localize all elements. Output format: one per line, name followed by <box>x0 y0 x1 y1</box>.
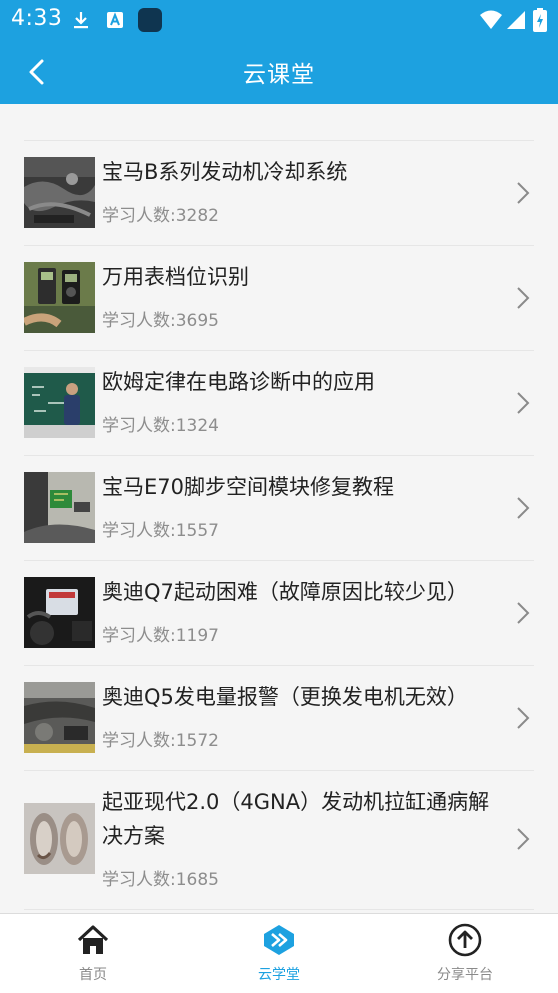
chevron-right-icon <box>517 392 530 414</box>
status-bar: 4:33 <box>0 0 558 40</box>
course-learner-count: 学习人数:3282 <box>102 206 219 226</box>
home-icon <box>77 925 109 954</box>
course-title: 万用表档位识别 <box>102 265 249 289</box>
signal-icon <box>507 11 525 29</box>
course-thumbnail <box>24 367 95 438</box>
nav-label-share: 分享平台 <box>437 967 493 983</box>
course-title: 奥迪Q7起动困难（故障原因比较少见） <box>102 580 468 604</box>
cloud-school-icon <box>264 925 294 955</box>
course-learner-count: 学习人数:1557 <box>102 521 219 541</box>
course-learner-count: 学习人数:3695 <box>102 311 219 331</box>
course-thumbnail <box>24 803 95 874</box>
course-title: 欧姆定律在电路诊断中的应用 <box>102 370 375 394</box>
status-time: 4:33 <box>11 6 63 31</box>
download-icon <box>74 12 88 29</box>
course-title: 宝马B系列发动机冷却系统 <box>102 160 348 184</box>
course-thumbnail <box>24 157 95 228</box>
course-title: 奥迪Q5发电量报警（更换发电机无效） <box>102 685 468 709</box>
nav-item-cloud-school[interactable]: 云学堂 <box>186 914 372 993</box>
upload-icon <box>448 923 482 957</box>
course-item[interactable]: 奥迪Q5发电量报警（更换发电机无效） 学习人数:1572 <box>24 666 534 771</box>
nav-label-cloud-school: 云学堂 <box>258 967 300 983</box>
course-thumbnail <box>24 577 95 648</box>
list-top-divider <box>24 104 534 141</box>
course-thumbnail <box>24 262 95 333</box>
chevron-right-icon <box>517 828 530 850</box>
course-learner-count: 学习人数:1324 <box>102 416 219 436</box>
chevron-right-icon <box>517 182 530 204</box>
course-thumbnail <box>24 472 95 543</box>
nav-item-home[interactable]: 首页 <box>0 914 186 993</box>
course-item[interactable]: 宝马E70脚步空间模块修复教程 学习人数:1557 <box>24 456 534 561</box>
app-notification-icon <box>138 8 162 32</box>
course-learner-count: 学习人数:1685 <box>102 870 219 890</box>
chevron-right-icon <box>517 602 530 624</box>
course-item[interactable]: 宝马B系列发动机冷却系统 学习人数:3282 <box>24 141 534 246</box>
nav-label-home: 首页 <box>79 967 107 983</box>
course-item[interactable]: 欧姆定律在电路诊断中的应用 学习人数:1324 <box>24 351 534 456</box>
a-badge-icon <box>107 12 123 28</box>
course-thumbnail <box>24 682 95 753</box>
wifi-icon <box>480 10 502 29</box>
chevron-right-icon <box>517 497 530 519</box>
chevron-right-icon <box>517 287 530 309</box>
course-learner-count: 学习人数:1197 <box>102 626 219 646</box>
course-list: 宝马B系列发动机冷却系统 学习人数:3282 万用表档位识别 学习人数:3695 <box>0 104 558 910</box>
course-item[interactable]: 万用表档位识别 学习人数:3695 <box>24 246 534 351</box>
course-title: 起亚现代2.0（4GNA）发动机拉缸通病解决方案 <box>102 790 490 848</box>
chevron-right-icon <box>517 707 530 729</box>
course-title: 宝马E70脚步空间模块修复教程 <box>102 475 394 499</box>
course-learner-count: 学习人数:1572 <box>102 731 219 751</box>
course-item[interactable]: 起亚现代2.0（4GNA）发动机拉缸通病解决方案 学习人数:1685 <box>24 771 534 910</box>
nav-item-share[interactable]: 分享平台 <box>372 914 558 993</box>
course-item[interactable]: 奥迪Q7起动困难（故障原因比较少见） 学习人数:1197 <box>24 561 534 666</box>
app-bar: 云课堂 <box>0 40 558 104</box>
bottom-nav: 首页 云学堂 分享平台 <box>0 913 558 993</box>
battery-icon <box>533 8 547 32</box>
page-title: 云课堂 <box>243 62 315 88</box>
